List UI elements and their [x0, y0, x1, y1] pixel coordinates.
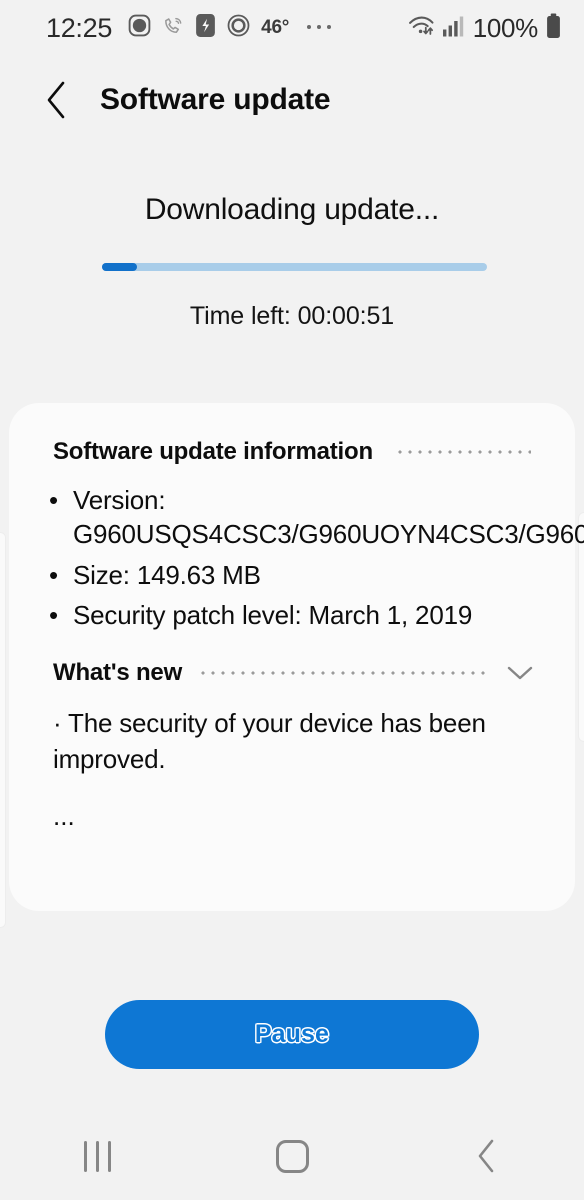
phone-screen: 12:25 46° 100% Software update Downloadi…: [0, 0, 584, 1200]
weather-temperature: 46°: [261, 17, 290, 38]
edge-panel-handle-left[interactable]: [0, 532, 6, 928]
whats-new-body: · The security of your device has been i…: [53, 708, 486, 774]
bullet-marker: •: [49, 485, 58, 515]
recents-icon: [83, 1140, 111, 1172]
status-bar-left: 12:25 46°: [46, 13, 333, 44]
bullet-marker: •: [49, 559, 58, 590]
nav-back-button[interactable]: [389, 1112, 584, 1200]
list-item: • Version: G960USQS4CSC3/G960UOYN4CSC3/G9…: [49, 483, 584, 552]
recents-button[interactable]: [0, 1112, 195, 1200]
back-button[interactable]: [34, 77, 80, 123]
system-navigation-bar: [0, 1112, 584, 1200]
list-item-text: Version: G960USQS4CSC3/G960UOYN4CSC3/G96…: [73, 485, 584, 550]
list-item: • Size: 149.63 MB: [49, 558, 535, 592]
call-wifi-icon: [162, 14, 185, 42]
page-title: Software update: [100, 83, 331, 116]
dotted-leader: [394, 441, 531, 463]
pause-button[interactable]: Pause: [105, 1000, 479, 1069]
info-card-header: Software update information: [9, 433, 575, 471]
list-item-text: Security patch level: March 1, 2019: [73, 599, 473, 630]
more-dots-icon: [305, 19, 333, 37]
list-item: • Security patch level: March 1, 2019: [49, 598, 535, 632]
whats-new-expand-button[interactable]: [503, 663, 537, 683]
nav-chevron-left-icon: [478, 1139, 493, 1173]
home-icon: [275, 1139, 309, 1173]
dotted-leader: [198, 662, 487, 685]
do-not-disturb-icon: [127, 13, 152, 43]
download-status-title: Downloading update...: [144, 193, 440, 226]
download-progress-bar: [102, 263, 487, 271]
wifi-icon: [407, 13, 435, 43]
update-details-list: • Version: G960USQS4CSC3/G960UOYN4CSC3/G9…: [9, 471, 584, 632]
chevron-down-icon: [507, 667, 533, 680]
home-button[interactable]: [195, 1112, 390, 1200]
time-left-label: Time left: 00:00:51: [189, 302, 395, 330]
running-app-icon: [195, 13, 216, 43]
status-bar-right: 100%: [407, 13, 562, 44]
software-update-info-card: Software update information • Version: G9…: [9, 403, 584, 911]
battery-icon: [545, 13, 562, 44]
info-card-title: Software update information: [53, 438, 373, 465]
chevron-left-icon: [47, 81, 65, 119]
whats-new-more-indicator: ...: [53, 800, 75, 831]
app-bar: Software update: [0, 62, 584, 138]
download-progress-fill: [102, 263, 137, 271]
status-bar-clock: 12:25: [46, 12, 113, 43]
list-item-text: Size: 149.63 MB: [73, 559, 261, 590]
circle-outline-icon: [226, 13, 251, 43]
battery-percent-label: 100%: [472, 12, 539, 43]
bullet-marker: •: [49, 599, 58, 630]
pause-button-label: Pause: [254, 1020, 330, 1048]
whats-new-header[interactable]: What's new: [9, 650, 575, 696]
cellular-signal-icon: [442, 15, 466, 42]
status-bar: 12:25 46° 100%: [0, 0, 584, 56]
whats-new-title: What's new: [53, 659, 183, 687]
